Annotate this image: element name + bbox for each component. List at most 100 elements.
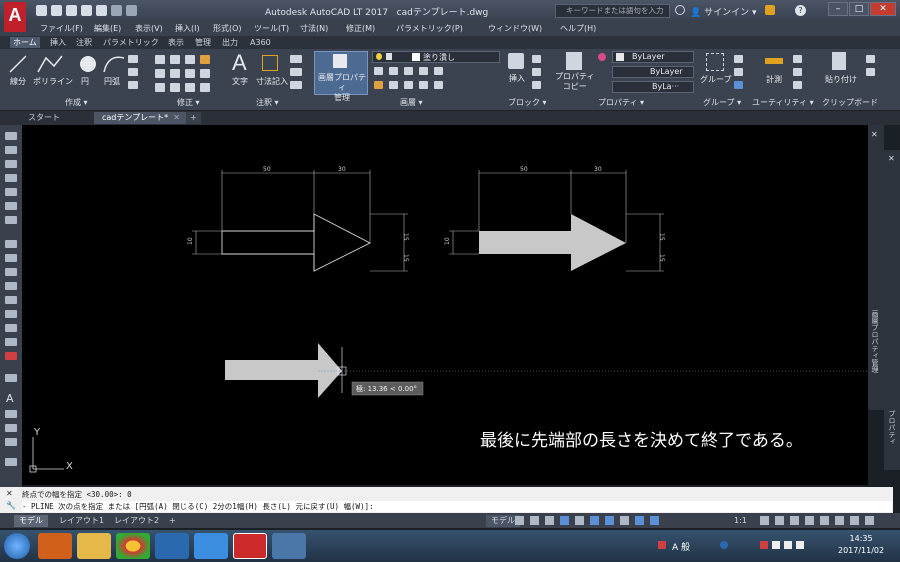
tool-ellipse-icon[interactable] (5, 254, 17, 262)
ungroup-icon[interactable] (734, 55, 743, 63)
hardware-acceleration-icon[interactable] (835, 516, 844, 525)
properties-panel-label[interactable]: プロパティ ▾ (598, 97, 644, 108)
start-button[interactable] (4, 533, 30, 559)
menu-parametric[interactable]: パラメトリック(P) (396, 23, 463, 34)
chrome-taskbar-icon[interactable] (116, 533, 150, 559)
autocad-taskbar-icon[interactable] (233, 533, 267, 559)
tool-spell-icon[interactable] (5, 438, 17, 446)
ime-help-icon[interactable] (720, 541, 728, 549)
create-block-icon[interactable] (532, 55, 541, 63)
leader-icon[interactable] (290, 55, 302, 63)
save-icon[interactable] (66, 5, 77, 16)
multileader-icon[interactable] (290, 68, 302, 76)
clean-screen-icon[interactable] (850, 516, 859, 525)
edit-block-icon[interactable] (532, 68, 541, 76)
explode-icon[interactable] (200, 69, 210, 78)
block-panel-label[interactable]: ブロック ▾ (508, 97, 547, 108)
start-tab[interactable]: スタート (20, 112, 68, 124)
menu-view[interactable]: 表示(V) (135, 23, 163, 34)
utilities-panel-label[interactable]: ユーティリティ ▾ (752, 97, 814, 108)
command-wrench-icon[interactable]: 🔧 (6, 501, 16, 510)
undo-icon[interactable] (111, 5, 122, 16)
layer-freeze-icon[interactable] (404, 67, 413, 75)
tool-line-icon[interactable] (5, 132, 17, 140)
menu-tools[interactable]: ツール(T) (254, 23, 289, 34)
menu-window[interactable]: ウィンドウ(W) (488, 23, 542, 34)
paste-button[interactable]: 貼り付け (825, 74, 857, 85)
polyline-button[interactable]: ポリライン (33, 76, 73, 87)
annotation-monitor-icon[interactable] (775, 516, 784, 525)
tray-app-icon[interactable] (658, 541, 666, 549)
copy-clip-icon[interactable] (866, 68, 875, 76)
modify-panel-label[interactable]: 修正 ▾ (177, 97, 200, 108)
tool-revcloud-icon[interactable] (5, 352, 17, 360)
quick-properties-icon[interactable] (805, 516, 814, 525)
tool-text-icon[interactable] (5, 410, 17, 418)
save-as-icon[interactable] (81, 5, 92, 16)
tray-volume-icon[interactable] (784, 541, 792, 549)
minimize-button[interactable]: – (828, 2, 848, 16)
close-button[interactable]: ✕ (870, 2, 896, 16)
tool-region-icon[interactable] (5, 324, 17, 332)
isodraft-icon[interactable] (575, 516, 584, 525)
grid-icon[interactable] (515, 516, 524, 525)
app-taskbar-icon[interactable] (155, 533, 189, 559)
lineweight-icon[interactable] (620, 516, 629, 525)
new-tab-button[interactable]: + (186, 112, 201, 124)
boundary-icon[interactable] (128, 81, 138, 89)
tool-polyline-icon[interactable] (5, 160, 17, 168)
match-properties-button[interactable]: プロパティ コピー (555, 72, 595, 92)
tab-parametric[interactable]: パラメトリック (100, 37, 162, 48)
menu-format[interactable]: 形式(O) (213, 23, 242, 34)
tool-hatch-icon[interactable] (5, 296, 17, 304)
explorer-taskbar-icon[interactable] (77, 533, 111, 559)
stretch-icon[interactable] (155, 83, 165, 92)
taskbar-clock[interactable]: 14:35 2017/11/02 (838, 533, 884, 557)
menu-file[interactable]: ファイル(F) (40, 23, 83, 34)
properties-palette-label[interactable]: プロパティ (887, 410, 897, 445)
isolate-objects-icon[interactable] (820, 516, 829, 525)
layer-unlock-icon[interactable] (419, 81, 428, 89)
add-layout-button[interactable]: + (164, 515, 181, 527)
layers-panel-label[interactable]: 画層 ▾ (400, 97, 423, 108)
tool-field-icon[interactable] (5, 424, 17, 432)
paint-taskbar-icon[interactable] (272, 533, 306, 559)
group-select-icon[interactable] (734, 81, 743, 89)
tool-rectangle-icon[interactable] (5, 188, 17, 196)
tool-spline-icon[interactable] (5, 240, 17, 248)
model-tab[interactable]: モデル (14, 515, 48, 527)
internet-explorer-taskbar-icon[interactable] (194, 533, 228, 559)
offset-icon[interactable] (200, 83, 210, 92)
tool-mtext-icon[interactable]: A (6, 392, 14, 405)
menu-modify[interactable]: 修正(M) (346, 23, 375, 34)
layer-walk-icon[interactable] (374, 81, 383, 89)
groups-panel-label[interactable]: グループ ▾ (703, 97, 741, 108)
osnap-icon[interactable] (605, 516, 614, 525)
clipboard-panel-label[interactable]: クリップボード (822, 97, 878, 108)
new-file-icon[interactable] (36, 5, 47, 16)
text-button[interactable]: 文字 (232, 76, 248, 87)
redo-icon[interactable] (126, 5, 137, 16)
copy-icon[interactable] (155, 69, 165, 78)
tray-network-icon[interactable] (796, 541, 804, 549)
tab-insert[interactable]: 挿入 (47, 37, 69, 48)
tool-point-icon[interactable] (5, 282, 17, 290)
tab-manage[interactable]: 管理 (192, 37, 214, 48)
circle-button[interactable]: 円 (81, 76, 89, 87)
autocad-app-menu-button[interactable]: A (4, 2, 26, 32)
media-player-taskbar-icon[interactable] (38, 533, 72, 559)
drawing-tab[interactable]: cadテンプレート* ✕ (94, 112, 188, 124)
menu-help[interactable]: ヘルプ(H) (560, 23, 596, 34)
object-snap-tracking-icon[interactable] (590, 516, 599, 525)
tray-adobe-icon[interactable] (760, 541, 768, 549)
tool-table-icon[interactable] (5, 338, 17, 346)
point-icon[interactable] (793, 68, 802, 76)
annotation-visibility-icon[interactable] (635, 516, 644, 525)
layer-isolate-icon[interactable] (389, 67, 398, 75)
auto-scale-icon[interactable] (650, 516, 659, 525)
mirror-icon[interactable] (170, 69, 180, 78)
trim-icon[interactable] (185, 55, 195, 64)
open-file-icon[interactable] (51, 5, 62, 16)
group-edit-icon[interactable] (734, 68, 743, 76)
tool-gradient-icon[interactable] (5, 310, 17, 318)
